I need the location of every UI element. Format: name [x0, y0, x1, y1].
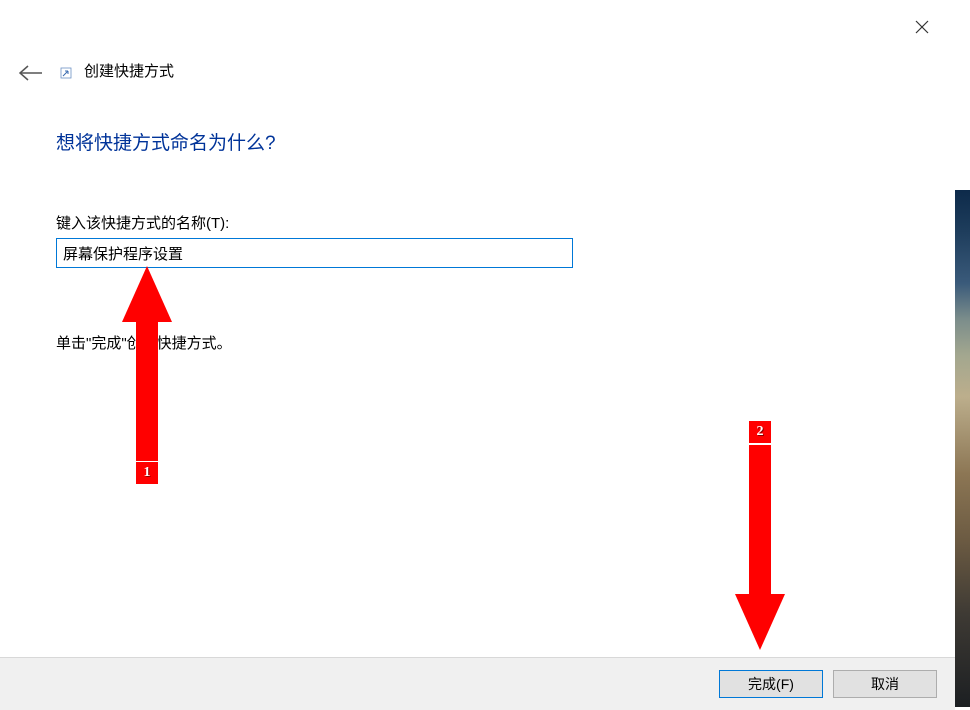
annotation-label-1: 1	[136, 462, 158, 484]
button-bar: 完成(F) 取消	[0, 657, 955, 710]
close-icon	[915, 20, 929, 34]
annotation-label-2: 2	[749, 421, 771, 443]
back-button[interactable]	[16, 58, 46, 88]
shortcut-icon	[60, 66, 72, 78]
back-arrow-icon	[18, 64, 44, 82]
finish-button[interactable]: 完成(F)	[719, 670, 823, 698]
shortcut-name-input[interactable]	[56, 238, 573, 268]
wizard-title: 创建快捷方式	[84, 60, 174, 81]
desktop-background-sliver	[955, 190, 970, 707]
name-label: 键入该快捷方式的名称(T):	[56, 212, 229, 233]
instruction-text: 单击"完成"创建快捷方式。	[56, 332, 232, 353]
cancel-button[interactable]: 取消	[833, 670, 937, 698]
page-heading: 想将快捷方式命名为什么?	[56, 128, 276, 155]
close-button[interactable]	[907, 12, 937, 42]
